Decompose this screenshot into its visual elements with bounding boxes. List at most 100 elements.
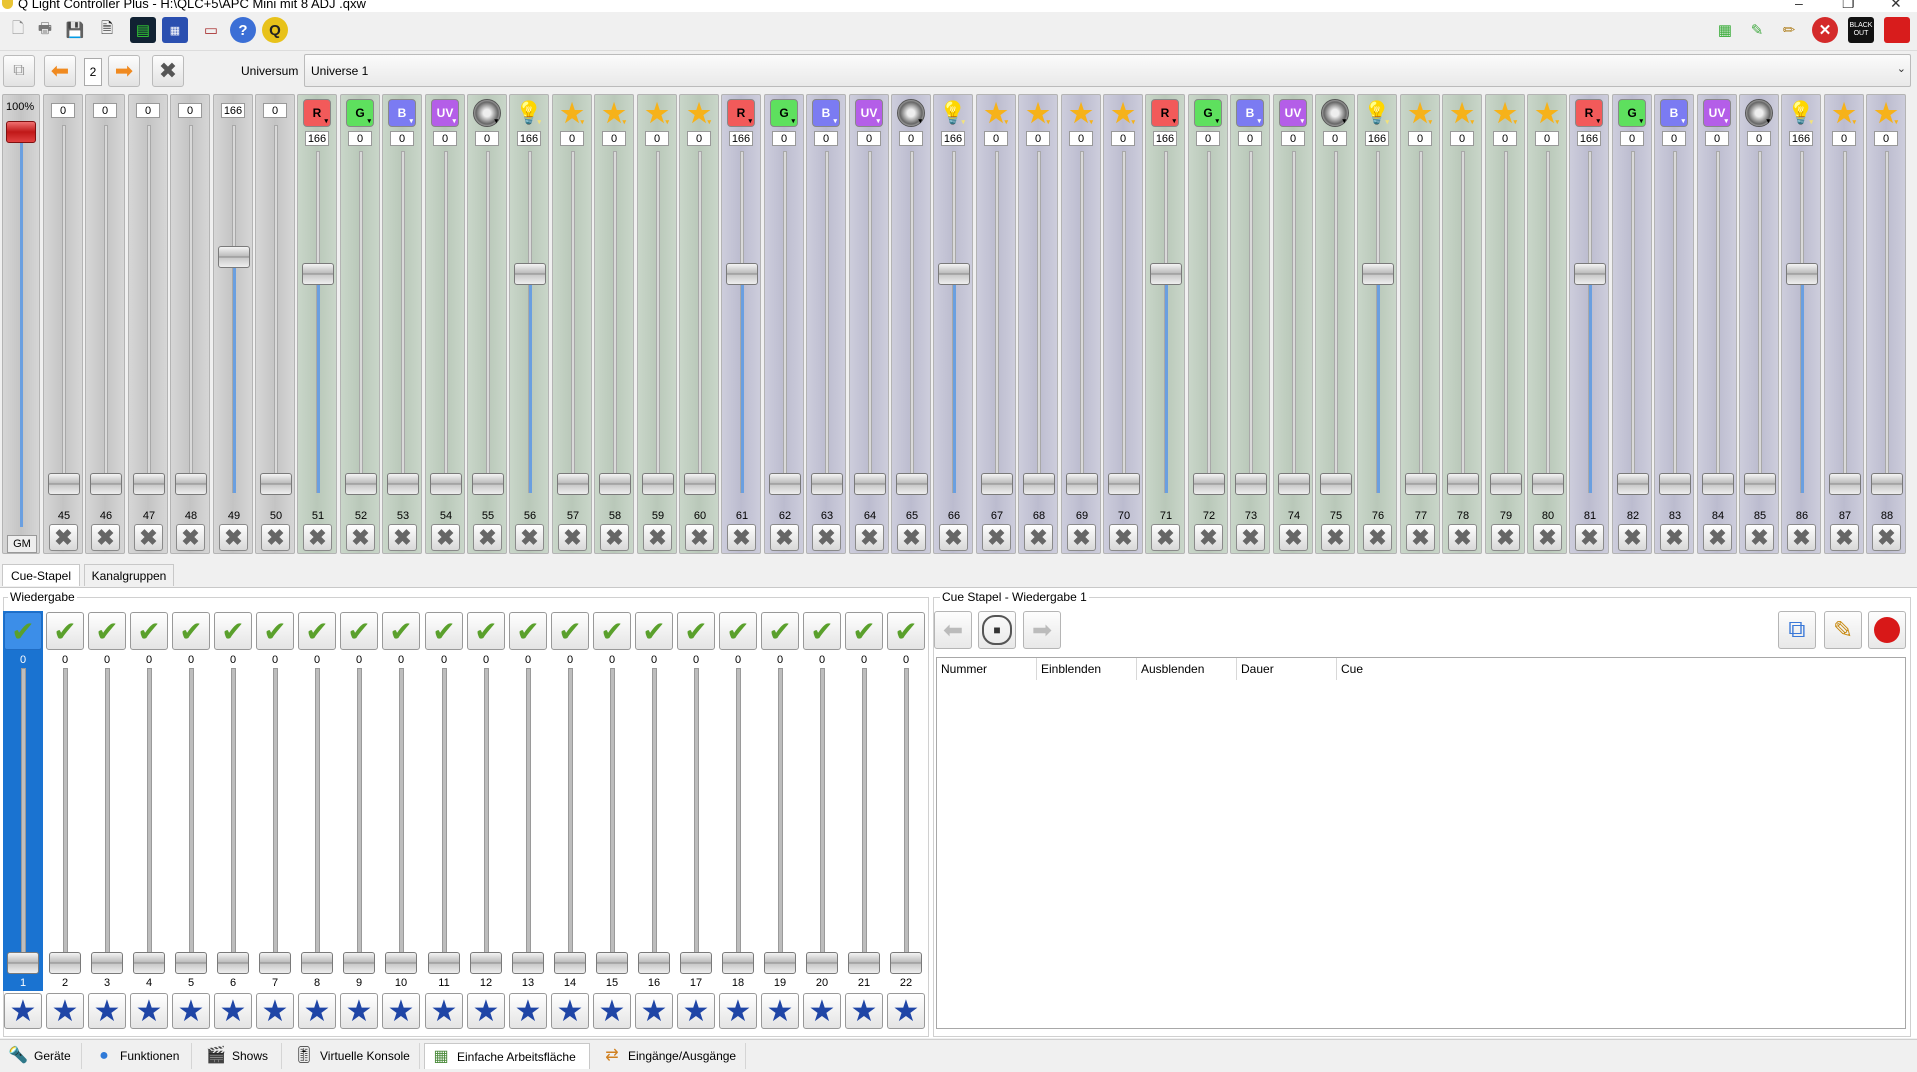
reset-channel-button[interactable]: ✖	[1830, 524, 1859, 551]
channel-fader-handle[interactable]	[1786, 263, 1818, 285]
channel-value-field[interactable]: 0	[1111, 131, 1135, 146]
reset-channel-button[interactable]: ✖	[303, 524, 332, 551]
reset-channel-button[interactable]: ✖	[346, 524, 375, 551]
channel-value-field[interactable]: 0	[857, 131, 881, 146]
playback-select-button[interactable]: ★	[256, 993, 294, 1029]
channel-fader-handle[interactable]	[1150, 263, 1182, 285]
color-g-icon[interactable]: G ▾	[1618, 99, 1646, 127]
close-icon[interactable]: ✕	[1890, 0, 1902, 12]
channel-fader-handle[interactable]	[1278, 473, 1310, 495]
channel-fader-handle[interactable]	[811, 473, 843, 495]
playback-fader-handle[interactable]	[133, 952, 165, 974]
qlc-logo-icon[interactable]: Q	[262, 17, 288, 43]
star-icon[interactable]: ★ ▾	[1533, 98, 1561, 128]
channel-value-field[interactable]: 0	[1408, 131, 1432, 146]
channel-value-field[interactable]: 0	[1281, 131, 1305, 146]
channel-value-field[interactable]: 0	[687, 131, 711, 146]
playback-fader-handle[interactable]	[512, 952, 544, 974]
channel-fader-handle[interactable]	[48, 473, 80, 495]
tab-virtual-console[interactable]: 🎚 Virtuelle Konsole	[288, 1043, 420, 1069]
playback-fader-handle[interactable]	[7, 952, 39, 974]
color-g-icon[interactable]: G ▾	[770, 99, 798, 127]
reset-channel-button[interactable]: ✖	[812, 524, 841, 551]
channel-value-field[interactable]: 0	[1069, 131, 1093, 146]
reset-channel-button[interactable]: ✖	[558, 524, 587, 551]
palette-icon[interactable]: ▦	[1712, 17, 1738, 43]
reset-channel-button[interactable]: ✖	[770, 524, 799, 551]
playback-fader-handle[interactable]	[764, 952, 796, 974]
page-number-field[interactable]: 2	[84, 58, 102, 86]
channel-value-field[interactable]: 0	[1662, 131, 1686, 146]
color-b-icon[interactable]: B ▾	[812, 99, 840, 127]
playback-fader-handle[interactable]	[554, 952, 586, 974]
pencil-icon[interactable]: ✏	[1776, 17, 1802, 43]
save-as-icon[interactable]: 🗎	[94, 17, 120, 43]
channel-fader-handle[interactable]	[260, 473, 292, 495]
channel-value-field[interactable]: 0	[1493, 131, 1517, 146]
channel-value-field[interactable]: 166	[941, 131, 965, 146]
channel-value-field[interactable]: 0	[1832, 131, 1856, 146]
reset-channel-button[interactable]: ✖	[1787, 524, 1816, 551]
reset-channel-button[interactable]: ✖	[1703, 524, 1732, 551]
color-g-icon[interactable]: G ▾	[1194, 99, 1222, 127]
channel-fader-handle[interactable]	[1617, 473, 1649, 495]
channel-fader-handle[interactable]	[472, 473, 504, 495]
column-header-fade-out[interactable]: Ausblenden	[1137, 658, 1237, 680]
playback-flash-button[interactable]: ✔	[4, 612, 42, 650]
channel-fader-handle[interactable]	[345, 473, 377, 495]
playback-flash-button[interactable]: ✔	[172, 612, 210, 650]
channel-fader-handle[interactable]	[514, 263, 546, 285]
record-cue-button[interactable]	[1868, 611, 1906, 649]
color-uv-icon[interactable]: UV ▾	[1279, 99, 1307, 127]
reset-channel-button[interactable]: ✖	[388, 524, 417, 551]
playback-fader-handle[interactable]	[301, 952, 333, 974]
playback-fader-handle[interactable]	[470, 952, 502, 974]
tab-shows[interactable]: 🎬 Shows	[200, 1043, 282, 1069]
reset-channel-button[interactable]: ✖	[1024, 524, 1053, 551]
channel-value-field[interactable]: 0	[1747, 131, 1771, 146]
channel-value-field[interactable]: 0	[1450, 131, 1474, 146]
playback-select-button[interactable]: ★	[340, 993, 378, 1029]
channel-value-field[interactable]: 0	[390, 131, 414, 146]
channel-value-field[interactable]: 0	[1874, 131, 1898, 146]
playback-select-button[interactable]: ★	[509, 993, 547, 1029]
red-square-icon[interactable]	[1884, 17, 1910, 43]
channel-fader-handle[interactable]	[981, 473, 1013, 495]
tab-cue-stack[interactable]: Cue-Stapel	[2, 564, 80, 586]
channel-fader-handle[interactable]	[387, 473, 419, 495]
color-r-icon[interactable]: R ▾	[727, 99, 755, 127]
channel-value-field[interactable]: 0	[814, 131, 838, 146]
previous-page-button[interactable]: ⬅	[44, 55, 76, 87]
playback-fader-handle[interactable]	[680, 952, 712, 974]
playback-flash-button[interactable]: ✔	[635, 612, 673, 650]
channel-value-field[interactable]: 166	[1365, 131, 1389, 146]
playback-fader-handle[interactable]	[722, 952, 754, 974]
tab-functions[interactable]: ● Funktionen	[88, 1043, 192, 1069]
playback-fader-handle[interactable]	[259, 952, 291, 974]
playback-flash-button[interactable]: ✔	[340, 612, 378, 650]
playback-flash-button[interactable]: ✔	[46, 612, 84, 650]
tab-simple-desk[interactable]: ▦ Einfache Arbeitsfläche	[424, 1043, 590, 1069]
stop-cue-button[interactable]: ■	[978, 611, 1016, 649]
reset-channel-button[interactable]: ✖	[727, 524, 756, 551]
monitor-icon[interactable]: ▤	[130, 17, 156, 43]
channel-value-field[interactable]: 0	[433, 131, 457, 146]
channel-value-field[interactable]: 0	[560, 131, 584, 146]
channel-value-field[interactable]: 166	[305, 131, 329, 146]
channel-value-field[interactable]: 0	[1705, 131, 1729, 146]
channel-value-field[interactable]: 0	[1238, 131, 1262, 146]
playback-select-button[interactable]: ★	[761, 993, 799, 1029]
channel-fader-handle[interactable]	[938, 263, 970, 285]
reset-channel-button[interactable]: ✖	[1533, 524, 1562, 551]
channel-value-field[interactable]: 166	[221, 103, 245, 118]
design-icon[interactable]: ✎	[1744, 17, 1770, 43]
playback-fader-handle[interactable]	[596, 952, 628, 974]
star-icon[interactable]: ★ ▾	[982, 98, 1010, 128]
playback-flash-button[interactable]: ✔	[803, 612, 841, 650]
reset-channel-button[interactable]: ✖	[1575, 524, 1604, 551]
bulb-icon[interactable]: 💡 ▾	[1787, 99, 1815, 127]
stop-red-icon[interactable]: ✕	[1812, 17, 1838, 43]
color-uv-icon[interactable]: UV ▾	[431, 99, 459, 127]
playback-select-button[interactable]: ★	[593, 993, 631, 1029]
channel-value-field[interactable]: 166	[1153, 131, 1177, 146]
